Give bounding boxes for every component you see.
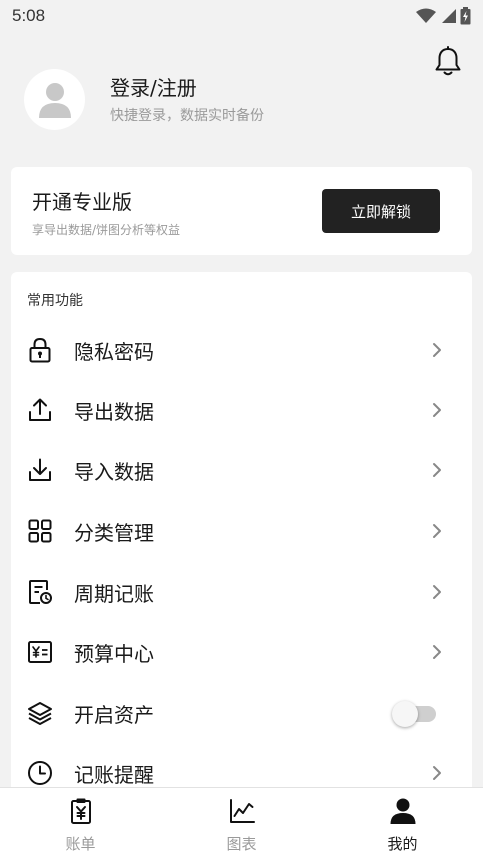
toggle-knob [392,701,418,727]
menu-item-label: 导入数据 [74,459,154,484]
chevron-right-icon [433,645,441,659]
menu-item-label: 开启资产 [74,702,154,727]
wifi-icon [416,8,436,23]
unlock-button[interactable]: 立即解锁 [322,189,440,233]
nav-tab-charts[interactable]: 图表 [161,788,322,859]
bottom-nav: 账单 图表 我的 [0,787,483,859]
menu-item-enable-assets: 开启资产 [11,683,472,743]
menu-item-privacy-password[interactable]: 隐私密码 [11,320,472,380]
upload-icon [27,397,53,423]
menu-item-label: 导出数据 [74,399,154,424]
budget-icon [27,639,53,665]
nav-label: 图表 [226,835,257,853]
chevron-right-icon [433,766,441,780]
menu-item-export-data[interactable]: 导出数据 [11,380,472,440]
menu-item-label: 记账提醒 [74,762,154,787]
notification-bell-icon[interactable] [433,46,463,78]
menu-item-budget-center[interactable]: 预算中心 [11,622,472,682]
nav-label: 我的 [387,835,418,853]
status-icons [416,7,471,25]
bill-icon [70,798,91,824]
recurring-bill-icon [27,579,53,605]
pro-title: 开通专业版 [32,190,132,214]
assets-toggle[interactable] [392,701,436,727]
status-time: 5:08 [12,6,46,25]
menu-item-label: 周期记账 [74,581,154,606]
profile-text: 登录/注册 快捷登录，数据实时备份 [110,75,264,125]
nav-label: 账单 [65,835,96,853]
pro-upgrade-card: 开通专业版 享导出数据/饼图分析等权益 立即解锁 [11,167,472,255]
chevron-right-icon [433,524,441,538]
chevron-right-icon [433,343,441,357]
chart-icon [229,799,255,823]
menu-item-recurring-bills[interactable]: 周期记账 [11,562,472,622]
functions-header: 常用功能 [27,293,83,309]
login-register-link[interactable]: 登录/注册 [110,75,264,101]
grid-icon [27,518,53,544]
cellular-signal-icon [442,9,456,23]
chevron-right-icon [433,403,441,417]
common-functions-card: 常用功能 隐私密码 导出数据 导入数据 分类管理 周期记账 预算中心 开启资产 … [11,272,472,812]
menu-item-category-management[interactable]: 分类管理 [11,501,472,561]
menu-item-import-data[interactable]: 导入数据 [11,440,472,500]
nav-tab-mine[interactable]: 我的 [322,788,483,859]
menu-item-label: 分类管理 [74,520,154,545]
person-icon [390,798,415,824]
clock-icon [27,760,53,786]
default-avatar-icon [38,82,71,118]
nav-tab-bills[interactable]: 账单 [0,788,161,859]
menu-item-label: 预算中心 [74,641,154,666]
profile-subtitle: 快捷登录，数据实时备份 [110,107,264,124]
download-icon [27,457,53,483]
profile-section[interactable]: 登录/注册 快捷登录，数据实时备份 [24,69,264,130]
layers-icon [27,700,53,726]
battery-icon [460,7,471,25]
status-bar: 5:08 [0,0,483,32]
menu-item-label: 隐私密码 [74,339,154,364]
lock-icon [27,337,53,363]
avatar[interactable] [24,69,85,130]
pro-subtitle: 享导出数据/饼图分析等权益 [32,223,181,237]
chevron-right-icon [433,585,441,599]
chevron-right-icon [433,463,441,477]
